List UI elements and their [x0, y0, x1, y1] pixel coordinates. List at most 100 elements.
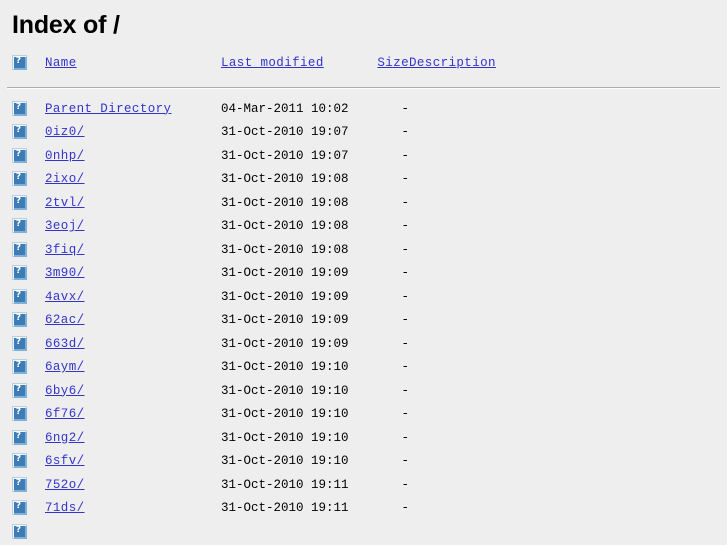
row-size-cell: -	[401, 289, 409, 304]
directory-link[interactable]: 6sfv/	[45, 454, 85, 468]
directory-link[interactable]: 2tvl/	[45, 196, 85, 210]
row-date-cell: 31-Oct-2010 19:07	[221, 148, 349, 163]
row-icon-cell: ?	[12, 286, 45, 310]
broken-image-icon: ?	[12, 241, 27, 257]
row-name-cell: 752o/	[45, 474, 221, 498]
directory-link[interactable]: 6f76/	[45, 407, 85, 421]
directory-link[interactable]: 3m90/	[45, 266, 85, 280]
broken-image-icon: ?	[12, 147, 27, 163]
row-name-cell: 6f76/	[45, 403, 221, 427]
row-name-cell: 6sfv/	[45, 450, 221, 474]
row-size-cell: -	[401, 407, 409, 421]
broken-image-icon: ?	[12, 523, 27, 539]
row-icon-cell: ?	[12, 521, 45, 545]
row-size-cell: -	[401, 148, 409, 163]
row-date-cell: 31-Oct-2010 19:09	[221, 266, 349, 280]
directory-link[interactable]: Parent Directory	[45, 102, 171, 116]
directory-link[interactable]: 6ng2/	[45, 431, 85, 445]
sort-by-size-link[interactable]: Size	[377, 56, 409, 70]
broken-image-icon: ?	[12, 171, 27, 187]
row-description-cell	[409, 356, 699, 380]
row-description-cell	[409, 168, 699, 192]
row-date-cell: 31-Oct-2010 19:08	[221, 172, 349, 186]
table-row: ? 6sfv/31-Oct-2010 19:10 -	[12, 450, 699, 474]
row-size-cell: -	[401, 477, 409, 492]
directory-link[interactable]: 3eoj/	[45, 219, 85, 233]
broken-image-icon: ?	[12, 453, 27, 469]
row-size-cell: -	[401, 454, 409, 468]
row-size-cell: -	[401, 501, 409, 515]
row-icon-cell: ?	[12, 168, 45, 192]
table-row: ? 62ac/31-Oct-2010 19:09 -	[12, 309, 699, 333]
directory-link[interactable]: 4avx/	[45, 290, 85, 304]
sort-by-name-link[interactable]: Name	[45, 56, 77, 70]
row-description-cell	[409, 474, 699, 498]
table-row: ? 6f76/31-Oct-2010 19:10 -	[12, 403, 699, 427]
row-description-cell	[409, 403, 699, 427]
row-date-cell: 31-Oct-2010 19:08	[221, 242, 349, 257]
row-name-cell: 3m90/	[45, 262, 221, 286]
row-date-cell: 31-Oct-2010 19:09	[221, 289, 349, 304]
row-description-cell	[409, 521, 699, 545]
directory-link[interactable]: 71ds/	[45, 501, 85, 515]
directory-link[interactable]: 0nhp/	[45, 149, 85, 163]
row-icon-cell: ?	[12, 427, 45, 451]
directory-link[interactable]: 62ac/	[45, 313, 85, 327]
broken-image-icon: ?	[12, 359, 27, 375]
row-icon-cell: ?	[12, 474, 45, 498]
row-size-cell: -	[401, 266, 409, 280]
header-icon-cell: ?	[12, 52, 45, 76]
broken-image-icon: ?	[12, 194, 27, 210]
table-row: ? 0nhp/31-Oct-2010 19:07 -	[12, 145, 699, 169]
broken-image-icon: ?	[12, 476, 27, 492]
row-size-cell: -	[401, 383, 409, 398]
row-description-cell	[409, 215, 699, 239]
directory-link[interactable]: 6by6/	[45, 384, 85, 398]
directory-link[interactable]: 3fiq/	[45, 243, 85, 257]
row-size-cell: -	[401, 313, 409, 327]
row-icon-cell: ?	[12, 239, 45, 263]
row-description-cell	[409, 450, 699, 474]
row-name-cell: 2ixo/	[45, 168, 221, 192]
row-icon-cell: ?	[12, 121, 45, 145]
row-date-cell: 31-Oct-2010 19:08	[221, 195, 349, 210]
broken-image-icon: ?	[12, 124, 27, 140]
broken-image-icon: ?	[12, 288, 27, 304]
row-name-cell: 0iz0/	[45, 121, 221, 145]
row-description-cell	[409, 98, 699, 122]
broken-image-icon: ?	[12, 500, 27, 516]
directory-link[interactable]: 663d/	[45, 337, 85, 351]
table-row: ? 2tvl/31-Oct-2010 19:08 -	[12, 192, 699, 216]
row-name-cell: 6ng2/	[45, 427, 221, 451]
row-date-cell: 31-Oct-2010 19:09	[221, 336, 349, 351]
row-description-cell	[409, 427, 699, 451]
row-name-cell: 663d/	[45, 333, 221, 357]
row-icon-cell: ?	[12, 215, 45, 239]
table-row: ? 2ixo/31-Oct-2010 19:08 -	[12, 168, 699, 192]
broken-image-icon: ?	[12, 218, 27, 234]
row-description-cell	[409, 286, 699, 310]
directory-link[interactable]: 2ixo/	[45, 172, 85, 186]
row-size-cell: -	[401, 219, 409, 233]
sort-by-description-link[interactable]: Description	[409, 56, 496, 70]
row-date-cell: 31-Oct-2010 19:10	[221, 360, 349, 374]
directory-link[interactable]: 0iz0/	[45, 125, 85, 139]
row-name-cell: 4avx/	[45, 286, 221, 310]
row-date-cell: 31-Oct-2010 19:11	[221, 501, 349, 515]
directory-table: ? Name Last modified Size Description ? …	[12, 52, 699, 544]
table-row: ? 6ng2/31-Oct-2010 19:10 -	[12, 427, 699, 451]
directory-link[interactable]: 752o/	[45, 478, 85, 492]
row-description-cell	[409, 262, 699, 286]
table-row: ? 3fiq/31-Oct-2010 19:08 -	[12, 239, 699, 263]
header-divider	[0, 87, 727, 89]
broken-image-icon: ?	[12, 406, 27, 422]
header-name-cell: Name	[45, 52, 221, 76]
directory-link[interactable]: 6aym/	[45, 360, 85, 374]
broken-image-icon: ?	[12, 265, 27, 281]
table-row: ? 3eoj/31-Oct-2010 19:08 -	[12, 215, 699, 239]
row-icon-cell: ?	[12, 497, 45, 521]
row-size-cell: -	[401, 172, 409, 186]
row-description-cell	[409, 309, 699, 333]
broken-image-icon: ?	[12, 429, 27, 445]
sort-by-date-link[interactable]: Last modified	[221, 56, 324, 70]
